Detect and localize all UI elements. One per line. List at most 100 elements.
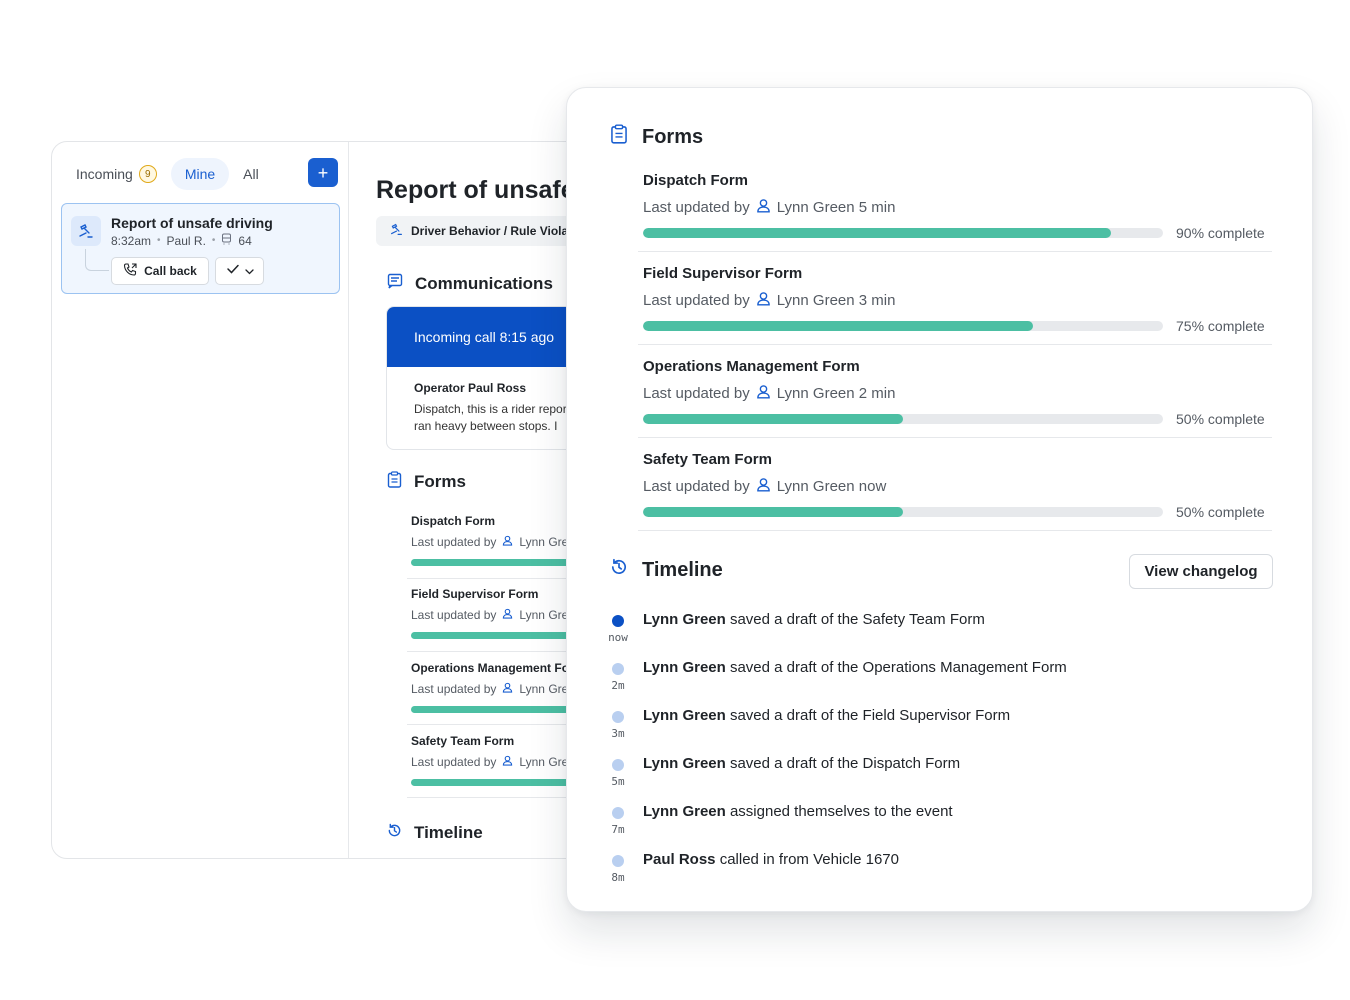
chevron-down-icon (244, 262, 254, 280)
form-progress-track (643, 321, 1163, 331)
user-icon (502, 608, 513, 622)
gavel-icon (390, 223, 403, 239)
check-icon (226, 262, 240, 280)
ticket-operator: Paul R. (166, 233, 206, 248)
form-progress-track (643, 228, 1163, 238)
category-label: Driver Behavior / Rule Violation (411, 224, 591, 238)
timeline-actor: Lynn Green (643, 707, 726, 724)
timeline-entry: 2m Lynn Green saved a draft of the Opera… (603, 659, 1253, 699)
divider (638, 344, 1272, 345)
divider (638, 251, 1272, 252)
history-icon (387, 823, 402, 843)
forms-heading-label: Forms (414, 472, 466, 491)
timeline-heading: Timeline (387, 823, 483, 843)
form-progress-label: 50% complete (1176, 411, 1265, 427)
tab-mine[interactable]: Mine (170, 158, 230, 190)
call-back-label: Call back (144, 264, 197, 278)
form-progress-label: 75% complete (1176, 318, 1265, 334)
timeline-actor: Lynn Green (643, 803, 726, 820)
timeline-actor: Lynn Green (643, 755, 726, 772)
ticket-title: Report of unsafe driving (111, 215, 273, 231)
history-icon (610, 558, 628, 582)
bus-icon (221, 233, 232, 248)
form-name: Field Supervisor Form (643, 265, 803, 282)
forms-section-title: Forms (642, 125, 704, 148)
communications-heading-label: Communications (415, 273, 553, 293)
tab-all-label: All (243, 166, 259, 182)
ticket-vehicle: 64 (238, 233, 252, 248)
communications-heading: Communications (387, 273, 553, 294)
form-updated-label: Last updated by (643, 478, 750, 495)
incoming-count-badge: 9 (138, 165, 157, 183)
timeline-actor: Paul Ross (643, 851, 716, 868)
timeline-dot (612, 615, 624, 627)
user-icon (756, 477, 771, 496)
form-updated-user: Lynn Green 2 min (776, 385, 896, 402)
timeline-section-heading: Timeline (610, 558, 723, 582)
timeline-time: 8m (611, 871, 625, 884)
timeline-entry: 5m Lynn Green saved a draft of the Dispa… (603, 755, 1253, 795)
form-name: Safety Team Form (643, 451, 772, 468)
timeline-time: now (608, 631, 628, 644)
ticket-meta: 8:32am • Paul R. • 64 (111, 233, 252, 248)
mini-form-updated-label: Last updated by (411, 608, 497, 622)
timeline-action: saved a draft of the Field Supervisor Fo… (725, 707, 1011, 724)
divider (638, 437, 1272, 438)
form-progress-track (643, 414, 1163, 424)
form-progress-label: 50% complete (1176, 504, 1265, 520)
user-icon (502, 755, 513, 769)
timeline-actor: Lynn Green (643, 611, 726, 628)
clipboard-icon (610, 124, 628, 150)
timeline-heading-label: Timeline (414, 823, 483, 842)
timeline-time: 7m (611, 823, 625, 836)
timeline-dot (612, 711, 624, 723)
user-icon (756, 384, 771, 403)
view-changelog-button[interactable]: View changelog (1129, 554, 1273, 589)
timeline-action: saved a draft of the Safety Team Form (725, 611, 985, 628)
divider (638, 530, 1272, 531)
timeline-entry: 7m Lynn Green assigned themselves to the… (603, 803, 1253, 843)
tab-incoming-label: Incoming (76, 166, 133, 182)
ticket-time: 8:32am (111, 233, 152, 248)
form-item-dispatch[interactable]: Dispatch Form Last updated by Lynn Green… (643, 172, 1273, 241)
form-item-field-supervisor[interactable]: Field Supervisor Form Last updated by Ly… (643, 265, 1273, 334)
inbox-tabs: Incoming 9 Mine All (62, 158, 342, 190)
timeline-action: saved a draft of the Operations Manageme… (725, 659, 1067, 676)
form-progress-fill (643, 321, 1033, 331)
tab-mine-label: Mine (184, 166, 216, 182)
form-progress-label: 90% complete (1176, 225, 1265, 241)
clipboard-icon (387, 471, 402, 493)
message-icon (387, 273, 403, 294)
tab-all[interactable]: All (229, 158, 273, 190)
user-icon (756, 198, 771, 217)
ticket-card[interactable]: Report of unsafe driving 8:32am • Paul R… (61, 203, 340, 294)
timeline-section-title: Timeline (642, 558, 723, 581)
timeline-dot (612, 855, 624, 867)
tab-incoming[interactable]: Incoming 9 (62, 158, 171, 190)
form-item-safety-team[interactable]: Safety Team Form Last updated by Lynn Gr… (643, 451, 1273, 520)
timeline-action: assigned themselves to the event (725, 803, 953, 820)
resolve-dropdown-button[interactable] (215, 257, 264, 285)
user-icon (502, 535, 513, 549)
form-updated-user: Lynn Green now (776, 478, 887, 495)
form-updated-label: Last updated by (643, 199, 750, 216)
form-updated-user: Lynn Green 3 min (776, 292, 896, 309)
form-progress-fill (643, 414, 903, 424)
mini-form-updated-label: Last updated by (411, 535, 497, 549)
form-item-operations-management[interactable]: Operations Management Form Last updated … (643, 358, 1273, 427)
event-workspace: Incoming 9 Mine All + Report of unsafe d… (51, 141, 611, 859)
inbox-pane: Incoming 9 Mine All + Report of unsafe d… (52, 142, 349, 858)
add-event-button[interactable]: + (308, 158, 338, 187)
timeline-time: 3m (611, 727, 625, 740)
timeline-entry: 8m Paul Ross called in from Vehicle 1670 (603, 851, 1253, 891)
timeline-actor: Lynn Green (643, 659, 726, 676)
mini-form-updated-label: Last updated by (411, 682, 497, 696)
timeline-time: 5m (611, 775, 625, 788)
call-back-button[interactable]: Call back (111, 257, 209, 285)
timeline-time: 2m (611, 679, 625, 692)
timeline-entry: 3m Lynn Green saved a draft of the Field… (603, 707, 1253, 747)
form-updated-user: Lynn Green 5 min (776, 199, 896, 216)
form-updated-label: Last updated by (643, 292, 750, 309)
timeline-action: saved a draft of the Dispatch Form (725, 755, 961, 772)
form-name: Dispatch Form (643, 172, 749, 189)
